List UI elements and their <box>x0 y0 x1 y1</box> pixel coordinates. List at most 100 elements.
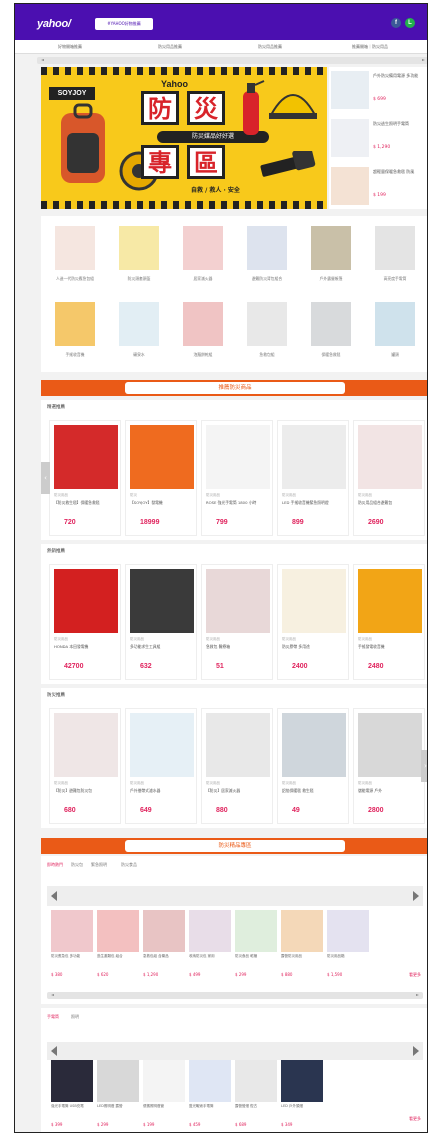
category-item[interactable]: 急救包組 <box>237 298 297 366</box>
product-image <box>358 425 422 489</box>
category-item[interactable]: 手搖收音機 <box>45 298 105 366</box>
product-card[interactable]: 防災用品 鋁箔保暖毯 救生毯 49 <box>277 708 349 824</box>
product-price: 799 <box>216 519 228 526</box>
nav-item[interactable]: 好物開箱推薦 <box>35 44 105 50</box>
tab-item[interactable]: 防災食品 <box>121 862 137 868</box>
mini-product[interactable]: LED照明燈 露營 $ 299 <box>97 1060 139 1132</box>
product-card[interactable]: 防災用品 急救包 醫療箱 51 <box>201 564 273 680</box>
tab-item[interactable]: 緊急照明 <box>91 862 107 868</box>
facebook-icon[interactable]: f <box>391 18 401 28</box>
category-item[interactable]: 避難防災背包組合 <box>237 222 297 290</box>
hero-banner[interactable]: SOYJOY Yahoo 防 災 專 區 防災媒品好好選 自救 / 救人 · 安… <box>41 67 327 209</box>
mini-product[interactable]: LED 戶外頭燈 $ 349 <box>281 1060 323 1132</box>
mini-product[interactable]: 防災應急包 多功能 $ 380 <box>51 910 93 982</box>
nav-scrollbar[interactable] <box>37 57 427 64</box>
mini-product[interactable]: 收納防災包 家用 $ 499 <box>189 910 231 982</box>
nav-item[interactable]: 防災用品推薦 <box>235 44 305 50</box>
product-card[interactable]: 防災用品 儲能電源 戶外 2800 <box>353 708 425 824</box>
product-price: $ 399 <box>51 1122 63 1127</box>
product-card[interactable]: 防災用品 【防災】居家滅火器 880 <box>201 708 273 824</box>
category-grid: 人造一代防災應急包組 防災頭套頭盔 居家滅火器 避難防災背包組合 戶外露營帳篷 … <box>41 216 427 372</box>
product-card[interactable]: 防災用品 戶外攜帶式濾水器 649 <box>125 708 197 824</box>
product-card[interactable]: 防災用品 防災用品組合避難包 2690 <box>353 420 425 536</box>
product-card[interactable]: 防災用品 HONDA 本田發電機 42700 <box>49 564 121 680</box>
category-item[interactable]: 泡麵餅乾組 <box>173 298 233 366</box>
product-image <box>358 569 422 633</box>
mini-product[interactable]: 露營營燈 復古 $ 689 <box>235 1060 277 1132</box>
mini-product[interactable]: 防災食品 乾糧 $ 299 <box>235 910 277 982</box>
product-price: 51 <box>216 663 224 670</box>
mini-product[interactable]: 露營防災用品 $ 880 <box>281 910 323 982</box>
category-item[interactable]: 高亮度手電筒 <box>365 222 425 290</box>
category-item[interactable]: 防災頭套頭盔 <box>109 222 169 290</box>
product-price: $ 620 <box>97 972 109 977</box>
side-promo-item[interactable]: 戶外防災備用電源 多功能 $ 699 <box>329 67 427 113</box>
carousel-prev-icon[interactable] <box>51 1046 57 1056</box>
product-card[interactable]: 防災用品 【防災救生毯】保暖急救毯 720 <box>49 420 121 536</box>
product-card[interactable]: 防災用品 ROSE 強光手電筒 1800 小時 799 <box>201 420 273 536</box>
product-price: $ 380 <box>51 972 63 977</box>
shop-name: 防災用品 <box>282 493 296 497</box>
carousel-next-icon[interactable] <box>413 1046 419 1056</box>
side-promo-item[interactable]: 防災逃生照明手電筒 $ 1,290 <box>329 115 427 161</box>
banner-char: 區 <box>187 145 225 179</box>
product-image <box>143 1060 185 1102</box>
carousel-prev-button[interactable]: ‹ <box>41 462 50 494</box>
more-link[interactable]: 看更多 <box>409 972 421 978</box>
mini-product[interactable]: 便攜照明燈管 $ 199 <box>143 1060 185 1132</box>
product-image <box>130 425 194 489</box>
side-promo-item[interactable]: 超輕量保暖急救毯 防風 $ 199 <box>329 163 427 209</box>
category-item[interactable]: 保暖急救毯 <box>301 298 361 366</box>
product-name: 【防災】居家滅火器 <box>206 788 241 793</box>
banner-char: 防 <box>141 91 179 125</box>
category-item[interactable]: 戶外露營帳篷 <box>301 222 361 290</box>
category-label: 保暖急救毯 <box>321 352 341 357</box>
product-name: 【防災救生毯】保暖急救毯 <box>54 500 100 505</box>
product-card[interactable]: 防災用品 LED 手搖收音機緊急照明燈 899 <box>277 420 349 536</box>
product-card[interactable]: 防災用品 【防災】避難包防災包 680 <box>49 708 121 824</box>
product-card[interactable]: 防災用品 多功能求生工具組 632 <box>125 564 197 680</box>
side-promo-text: 超輕量保暖急救毯 防風 <box>373 169 415 174</box>
product-price: 2690 <box>368 519 384 526</box>
product-image <box>281 910 323 952</box>
tab-item[interactable]: 照明 <box>71 1014 79 1020</box>
product-name: HONDA 本田發電機 <box>54 644 89 649</box>
category-item[interactable]: 人造一代防災應急包組 <box>45 222 105 290</box>
category-item[interactable]: 罐頭 <box>365 298 425 366</box>
mini-product[interactable]: 逃生避難包 組合 $ 620 <box>97 910 139 982</box>
product-image <box>97 910 139 952</box>
breadcrumb[interactable]: #YAHOO好物推薦 <box>95 18 153 30</box>
mini-product[interactable]: 急救包組 含藥品 $ 1,290 <box>143 910 185 982</box>
category-label: 戶外露營帳篷 <box>319 276 343 281</box>
tab-item[interactable]: 手電筒 <box>47 1014 59 1020</box>
mini-product[interactable]: 強光手電筒 USB充電 $ 399 <box>51 1060 93 1132</box>
nav-item[interactable]: 防災用品推薦 <box>135 44 205 50</box>
more-link[interactable]: 看更多 <box>409 1116 421 1122</box>
carousel-next-button[interactable]: › <box>421 750 427 782</box>
tab-item[interactable]: 即時熱門 <box>47 862 63 868</box>
shop-name: 防災用品 <box>282 781 296 785</box>
product-name: 急救包 醫療箱 <box>206 644 230 649</box>
product-card[interactable]: 防災用品 手搖發電收音機 2480 <box>353 564 425 680</box>
category-item[interactable]: 礦泉水 <box>109 298 169 366</box>
tab-item[interactable]: 防災包 <box>71 862 83 868</box>
mini-product[interactable]: 藍光戰術手電筒 $ 459 <box>189 1060 231 1132</box>
product-image <box>54 569 118 633</box>
page-frame: yahoo/ #YAHOO好物推薦 f L 好物開箱推薦 防災用品推薦 防災用品… <box>14 3 428 1133</box>
carousel-next-icon[interactable] <box>413 891 419 901</box>
yahoo-logo[interactable]: yahoo/ <box>37 18 71 30</box>
category-item[interactable]: 居家滅火器 <box>173 222 233 290</box>
carousel-prev-icon[interactable] <box>51 891 57 901</box>
banner-yahoo: Yahoo <box>161 79 189 89</box>
product-name: 收納防災包 家用 <box>189 954 215 958</box>
product-price: $ 499 <box>189 972 201 977</box>
product-card[interactable]: 防災用品 防災膠帶 多用途 2400 <box>277 564 349 680</box>
nav-item[interactable]: 推薦開箱｜防災用品 <box>335 44 405 50</box>
mini-product[interactable]: 防災用品箱 $ 1,590 <box>327 910 369 982</box>
product-price: $ 1,290 <box>143 972 159 977</box>
panel-scrollbar[interactable] <box>47 992 423 999</box>
product-price: 2800 <box>368 807 384 814</box>
shop-name: 防災用品 <box>358 637 372 641</box>
product-card[interactable]: 防災 【SOYJOY】發電機 18999 <box>125 420 197 536</box>
line-icon[interactable]: L <box>405 18 415 28</box>
